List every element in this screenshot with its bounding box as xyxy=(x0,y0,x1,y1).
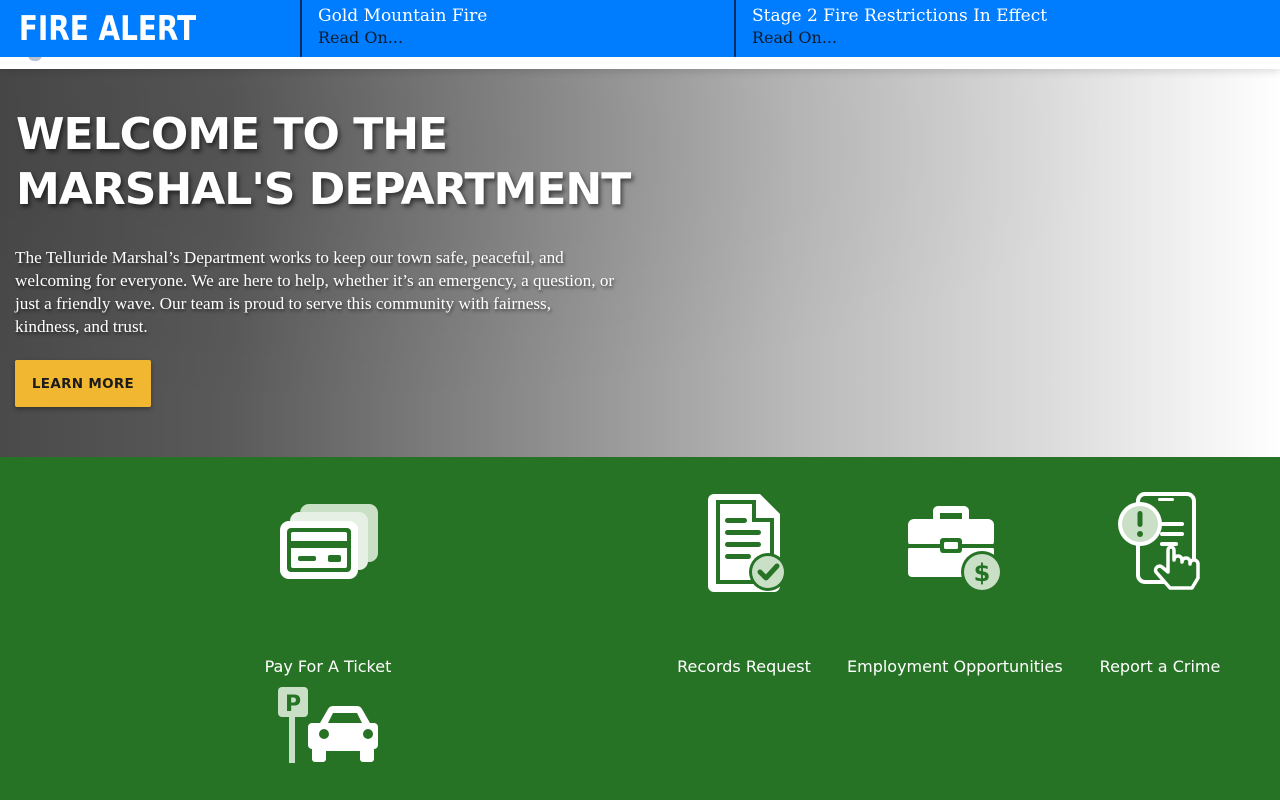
document-check-icon xyxy=(708,494,787,592)
service-label[interactable]: Pay For A Ticket xyxy=(223,657,433,677)
read-on-link[interactable]: Read On... xyxy=(752,27,1280,49)
read-on-link[interactable]: Read On... xyxy=(318,27,734,49)
service-label[interactable]: Records Request xyxy=(639,657,849,677)
fire-alert-bar: FIRE ALERT Gold Mountain Fire Read On...… xyxy=(0,0,1280,57)
credit-card-icon xyxy=(280,504,378,579)
service-label[interactable]: Employment Opportunities xyxy=(847,657,1063,677)
service-pay-ticket[interactable]: Pay For A Ticket xyxy=(223,492,433,676)
hero-title-line: MARSHAL'S DEPARTMENT xyxy=(16,164,631,215)
hero-title: WELCOME TO THE MARSHAL'S DEPARTMENT xyxy=(16,107,656,217)
header-strip xyxy=(0,55,1280,69)
service-records-request[interactable]: Records Request xyxy=(639,492,849,676)
svg-text:P: P xyxy=(285,692,301,717)
alert-headline[interactable]: Gold Mountain Fire xyxy=(318,6,734,27)
service-report-crime[interactable]: Report a Crime xyxy=(1055,492,1265,676)
service-employment[interactable]: $ Employment Opportunities xyxy=(847,492,1063,676)
alert-item-gold-mountain-fire[interactable]: Gold Mountain Fire Read On... xyxy=(300,0,734,57)
parking-car-icon: P xyxy=(278,687,378,763)
svg-text:$: $ xyxy=(974,559,991,587)
hero-title-line: WELCOME TO THE xyxy=(16,109,448,160)
hero-section: WELCOME TO THE MARSHAL'S DEPARTMENT The … xyxy=(0,69,1280,457)
service-label[interactable]: Report a Crime xyxy=(1055,657,1265,677)
learn-more-button[interactable]: LEARN MORE xyxy=(15,360,151,407)
services-section: Pay For A Ticket Records Request $ Emplo… xyxy=(0,457,1280,800)
alert-item-fire-restrictions[interactable]: Stage 2 Fire Restrictions In Effect Read… xyxy=(734,0,1280,57)
alert-headline[interactable]: Stage 2 Fire Restrictions In Effect xyxy=(752,6,1280,27)
fire-alert-title: FIRE ALERT xyxy=(18,8,197,49)
hero-description: The Telluride Marshal’s Department works… xyxy=(15,248,615,336)
phone-alert-icon xyxy=(1118,492,1200,590)
briefcase-dollar-icon: $ xyxy=(908,506,1003,593)
service-parking[interactable]: P xyxy=(223,685,433,765)
